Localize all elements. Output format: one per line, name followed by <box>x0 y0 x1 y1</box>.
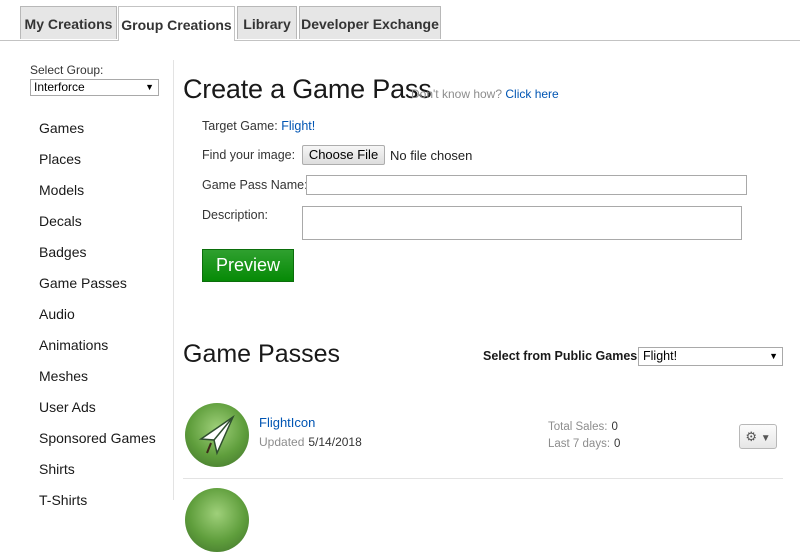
last-7-days-label: Last 7 days: <box>548 438 611 450</box>
sidebar-nav: Games Places Models Decals Badges Game P… <box>39 117 156 520</box>
tab-library[interactable]: Library <box>237 6 297 39</box>
pass-name-input[interactable] <box>306 175 747 195</box>
sidebar-item-game-passes[interactable]: Game Passes <box>39 272 156 303</box>
pass-name-label: Game Pass Name: <box>202 178 308 192</box>
sidebar-item-games[interactable]: Games <box>39 117 156 148</box>
sidebar-item-places[interactable]: Places <box>39 148 156 179</box>
image-label: Find your image: <box>202 148 296 162</box>
pass-updated: Updated 5/14/2018 <box>259 435 362 449</box>
description-label: Description: <box>202 208 268 222</box>
howto-hint: Don't know how? Click here <box>411 87 559 101</box>
last-7-days-value: 0 <box>614 438 621 450</box>
paper-plane-icon <box>198 414 235 456</box>
chevron-down-icon: ▼ <box>760 433 771 444</box>
target-game-link[interactable]: Flight! <box>281 119 315 133</box>
sidebar-item-models[interactable]: Models <box>39 179 156 210</box>
target-game-label: Target Game: <box>202 119 278 133</box>
description-textarea[interactable] <box>302 206 742 240</box>
sidebar-item-decals[interactable]: Decals <box>39 210 156 241</box>
tab-my-creations[interactable]: My Creations <box>20 6 117 39</box>
sidebar-item-sponsored-games[interactable]: Sponsored Games <box>39 427 156 458</box>
total-sales: Total Sales: 0 <box>548 421 618 433</box>
tab-bar: My Creations Group Creations Library Dev… <box>0 0 800 41</box>
tab-developer-exchange[interactable]: Developer Exchange <box>299 6 441 39</box>
sidebar: Select Group: Interforce ▼ Games Places … <box>20 60 174 508</box>
sidebar-item-meshes[interactable]: Meshes <box>39 365 156 396</box>
group-select-value: Interforce <box>34 80 85 94</box>
chevron-down-icon: ▼ <box>769 351 778 361</box>
gear-icon: ⚙ <box>745 429 758 444</box>
pass-divider <box>183 478 783 479</box>
public-games-label: Select from Public Games: <box>483 349 642 363</box>
select-group-label: Select Group: <box>30 63 104 77</box>
public-games-select[interactable]: Flight! ▼ <box>638 347 783 366</box>
howto-text: Don't know how? <box>411 87 503 101</box>
preview-button[interactable]: Preview <box>202 249 294 282</box>
sidebar-item-user-ads[interactable]: User Ads <box>39 396 156 427</box>
sidebar-item-shirts[interactable]: Shirts <box>39 458 156 489</box>
howto-link[interactable]: Click here <box>505 87 558 101</box>
choose-file-button[interactable]: Choose File <box>302 145 385 165</box>
pass-updated-date: 5/14/2018 <box>308 435 362 449</box>
sidebar-item-audio[interactable]: Audio <box>39 303 156 334</box>
public-games-value: Flight! <box>643 349 678 363</box>
tab-group-creations[interactable]: Group Creations <box>118 6 235 41</box>
last-7-days: Last 7 days: 0 <box>548 438 620 450</box>
target-game-row: Target Game: Flight! <box>202 119 315 133</box>
pass-updated-label: Updated <box>259 435 305 449</box>
total-sales-label: Total Sales: <box>548 421 608 433</box>
pass-name-link[interactable]: FlightIcon <box>259 415 315 430</box>
page-title: Create a Game Pass <box>183 74 432 104</box>
chevron-down-icon: ▼ <box>145 82 154 92</box>
sidebar-item-animations[interactable]: Animations <box>39 334 156 365</box>
sidebar-item-t-shirts[interactable]: T-Shirts <box>39 489 156 520</box>
file-status: No file chosen <box>390 148 473 163</box>
main-content: Create a Game Pass Don't know how? Click… <box>183 60 783 552</box>
sidebar-item-badges[interactable]: Badges <box>39 241 156 272</box>
pass-settings-button[interactable]: ⚙ ▼ <box>739 424 777 449</box>
pass-thumbnail[interactable] <box>185 488 249 552</box>
total-sales-value: 0 <box>611 421 618 433</box>
game-passes-title: Game Passes <box>183 340 341 368</box>
group-select[interactable]: Interforce ▼ <box>30 79 159 96</box>
pass-thumbnail[interactable] <box>185 403 249 467</box>
